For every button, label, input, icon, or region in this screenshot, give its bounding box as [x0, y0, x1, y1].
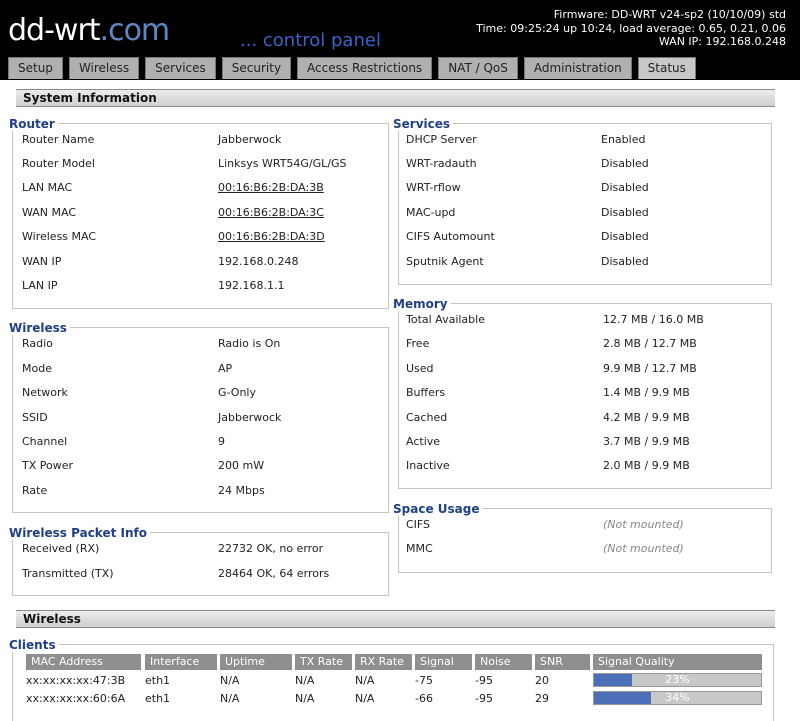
client-signal: -66 — [415, 692, 433, 705]
client-interface: eth1 — [145, 674, 171, 687]
client-mac: xx:xx:xx:xx:60:6A — [26, 692, 126, 705]
router-row: Router Model Linksys WRT54G/GL/GS — [22, 157, 347, 170]
memory-legend: Memory — [393, 297, 451, 311]
col-mac-address[interactable]: MAC Address — [26, 654, 141, 670]
signal-quality-text: 34% — [665, 691, 690, 704]
col-rx-rate[interactable]: RX Rate — [355, 654, 412, 670]
wan-ip-text: WAN IP: 192.168.0.248 — [658, 35, 786, 48]
col-signal[interactable]: Signal — [415, 654, 472, 670]
firmware-text: Firmware: DD-WRT v24-sp2 (10/10/09) std — [553, 8, 786, 21]
wireless-row: TX Power 200 mW — [22, 459, 265, 472]
router-row: Wireless MAC 00:16:B6:2B:DA:3D — [22, 230, 325, 244]
services-row: Sputnik Agent Disabled — [406, 255, 649, 268]
client-noise: -95 — [475, 674, 493, 687]
tab-setup[interactable]: Setup — [8, 57, 63, 79]
col-snr[interactable]: SNR — [535, 654, 590, 670]
wireless-legend: Wireless — [9, 321, 70, 335]
col-interface[interactable]: Interface — [145, 654, 217, 670]
wireless-row: Rate 24 Mbps — [22, 484, 265, 497]
space-row: MMC (Not mounted) — [406, 542, 684, 555]
tab-security[interactable]: Security — [221, 57, 292, 79]
logo: dd-wrt.com — [8, 13, 170, 48]
tab-nat-qos[interactable]: NAT / QoS — [438, 57, 518, 79]
memory-row: Inactive 2.0 MB / 9.9 MB — [406, 459, 690, 472]
packet-row: Received (RX) 22732 OK, no error — [22, 542, 324, 555]
client-uptime: N/A — [220, 674, 240, 687]
router-row: WAN MAC 00:16:B6:2B:DA:3C — [22, 206, 324, 220]
router-row: LAN MAC 00:16:B6:2B:DA:3B — [22, 181, 324, 195]
col-tx-rate[interactable]: TX Rate — [295, 654, 352, 670]
memory-row: Buffers 1.4 MB / 9.9 MB — [406, 386, 690, 399]
main-content: System Information Router Router Name Jab… — [0, 80, 800, 721]
space-usage-legend: Space Usage — [393, 502, 483, 516]
memory-row: Total Available 12.7 MB / 16.0 MB — [406, 313, 704, 326]
signal-quality-bar: 34% — [593, 691, 762, 705]
wireless-row: Mode AP — [22, 362, 233, 375]
wireless-mac-link[interactable]: 00:16:B6:2B:DA:3D — [218, 230, 325, 244]
client-rx-rate: N/A — [355, 692, 375, 705]
tab-access-restrictions[interactable]: Access Restrictions — [297, 57, 433, 79]
client-signal: -75 — [415, 674, 433, 687]
status-info: Firmware: DD-WRT v24-sp2 (10/10/09) std … — [476, 8, 786, 49]
router-row: Router Name Jabberwock — [22, 133, 282, 146]
client-tx-rate: N/A — [295, 674, 315, 687]
memory-row: Cached 4.2 MB / 9.9 MB — [406, 411, 690, 424]
signal-quality-bar: 23% — [593, 673, 762, 687]
col-noise[interactable]: Noise — [475, 654, 532, 670]
wireless-row: SSID Jabberwock — [22, 411, 282, 424]
client-noise: -95 — [475, 692, 493, 705]
router-row: LAN IP 192.168.1.1 — [22, 279, 285, 292]
wan-mac-link[interactable]: 00:16:B6:2B:DA:3C — [218, 206, 324, 220]
control-panel-title: ... control panel — [240, 30, 381, 51]
tab-administration[interactable]: Administration — [523, 57, 632, 79]
tab-services[interactable]: Services — [145, 57, 216, 79]
main-tabs: Setup Wireless Services Security Access … — [8, 57, 696, 79]
services-legend: Services — [393, 117, 454, 131]
clients-legend: Clients — [9, 638, 59, 652]
packet-info-legend: Wireless Packet Info — [9, 526, 150, 540]
client-rx-rate: N/A — [355, 674, 375, 687]
memory-row: Used 9.9 MB / 12.7 MB — [406, 362, 697, 375]
services-row: WRT-radauth Disabled — [406, 157, 649, 170]
col-uptime[interactable]: Uptime — [220, 654, 292, 670]
client-snr: 29 — [535, 692, 549, 705]
packet-row: Transmitted (TX) 28464 OK, 64 errors — [22, 567, 330, 580]
router-legend: Router — [9, 117, 58, 131]
lan-mac-link[interactable]: 00:16:B6:2B:DA:3B — [218, 181, 324, 195]
tab-status[interactable]: Status — [637, 57, 696, 79]
wireless-section-title: Wireless — [16, 610, 775, 628]
services-row: CIFS Automount Disabled — [406, 230, 649, 243]
header: dd-wrt.com ... control panel Firmware: D… — [0, 0, 800, 56]
memory-row: Active 3.7 MB / 9.9 MB — [406, 435, 690, 448]
tab-wireless[interactable]: Wireless — [68, 57, 140, 79]
services-row: WRT-rflow Disabled — [406, 181, 649, 194]
col-signal-quality[interactable]: Signal Quality — [593, 654, 762, 670]
space-row: CIFS (Not mounted) — [406, 518, 684, 531]
signal-quality-text: 23% — [665, 673, 690, 686]
client-mac: xx:xx:xx:xx:47:3B — [26, 674, 126, 687]
wireless-row: Channel 9 — [22, 435, 225, 448]
client-tx-rate: N/A — [295, 692, 315, 705]
wireless-row: Radio Radio is On — [22, 337, 281, 350]
services-row: MAC-upd Disabled — [406, 206, 649, 219]
client-interface: eth1 — [145, 692, 171, 705]
system-information-title: System Information — [16, 89, 775, 107]
services-row: DHCP Server Enabled — [406, 133, 646, 146]
wireless-row: Network G-Only — [22, 386, 256, 399]
client-snr: 20 — [535, 674, 549, 687]
router-row: WAN IP 192.168.0.248 — [22, 255, 299, 268]
time-text: Time: 09:25:24 up 10:24, load average: 0… — [476, 21, 786, 35]
client-uptime: N/A — [220, 692, 240, 705]
memory-row: Free 2.8 MB / 12.7 MB — [406, 337, 697, 350]
